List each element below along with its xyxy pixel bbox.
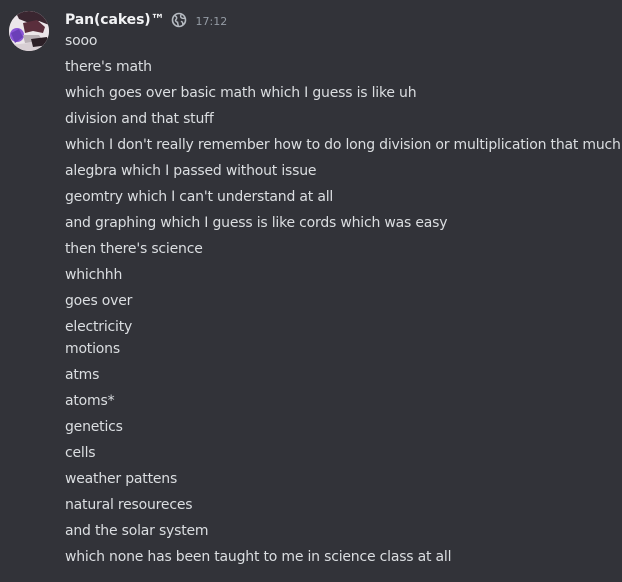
message-line: division and that stuff — [65, 111, 214, 127]
message-line: electricity — [65, 319, 133, 335]
globe-icon[interactable] — [171, 12, 187, 28]
message-line: which I don't really remember how to do … — [65, 137, 621, 153]
message-line: sooo — [65, 33, 98, 49]
avatar[interactable] — [9, 11, 49, 51]
message-line: natural resoureces — [65, 497, 193, 513]
message-line: alegbra which I passed without issue — [65, 163, 317, 179]
message-line: and the solar system — [65, 523, 209, 539]
message-line: there's math — [65, 59, 152, 75]
avatar-image — [9, 11, 49, 51]
username[interactable]: Pan(cakes)™ — [65, 12, 165, 28]
message-line: whichhh — [65, 267, 123, 283]
message-line: goes over — [65, 293, 133, 309]
timestamp[interactable]: 17:12 — [196, 15, 228, 28]
message-header: Pan(cakes)™ 17:12 — [65, 10, 227, 30]
message-line: atms — [65, 367, 100, 383]
message-line: and graphing which I guess is like cords… — [65, 215, 448, 231]
message-line: which none has been taught to me in scie… — [65, 549, 452, 565]
message-line: cells — [65, 445, 96, 461]
message-line: then there's science — [65, 241, 203, 257]
message-line: which goes over basic math which I guess… — [65, 85, 417, 101]
message-line: atoms* — [65, 393, 115, 409]
message-line: weather pattens — [65, 471, 178, 487]
message-line: geomtry which I can't understand at all — [65, 189, 334, 205]
message-line: genetics — [65, 419, 123, 435]
message-line: motions — [65, 341, 120, 357]
